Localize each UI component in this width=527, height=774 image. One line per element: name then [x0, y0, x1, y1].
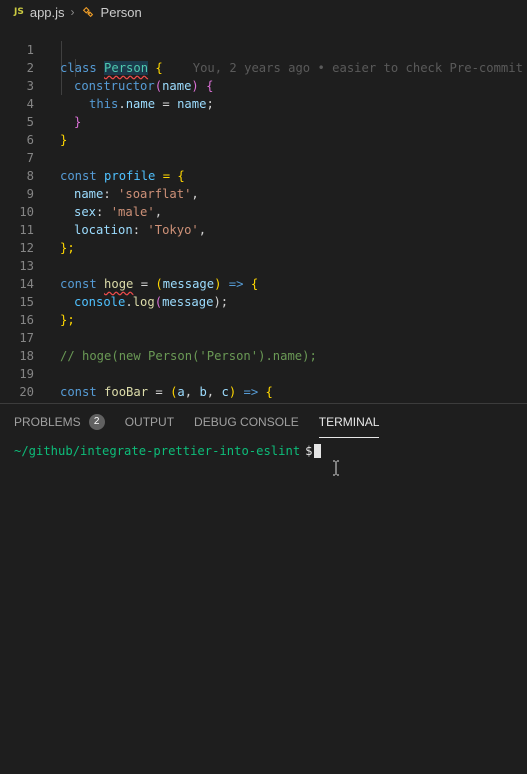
code-line: 7 const profile = { — [26, 151, 185, 183]
code-line: 5 } — [26, 115, 68, 147]
bottom-panel: PROBLEMS 2 OUTPUT DEBUG CONSOLE TERMINAL… — [0, 403, 527, 774]
code-line: 10 location: 'Tokyo', — [19, 205, 207, 237]
code-line: 8 name: 'soarflat', — [26, 169, 199, 201]
code-line: 3 this.name = name; — [26, 79, 214, 111]
code-line: 14 console.log(message); — [19, 277, 229, 309]
terminal-prompt[interactable]: ~/github/integrate-prettier-into-eslint $ — [14, 442, 321, 460]
breadcrumb-symbol[interactable]: Person — [101, 5, 142, 20]
text-cursor-icon — [333, 460, 339, 476]
code-line: 19 const fooBar = (a, b, c) => { — [19, 367, 273, 399]
tab-terminal[interactable]: TERMINAL — [318, 404, 379, 440]
chevron-right-icon: › — [70, 5, 75, 19]
code-line: 20 console.log(a); — [19, 385, 34, 399]
terminal-cursor — [313, 444, 321, 458]
code-line: 16 — [19, 313, 34, 327]
tab-output[interactable]: OUTPUT — [125, 404, 174, 440]
code-line: 21 console.log(b); — [0, 383, 527, 401]
code-line: 11 }; — [19, 223, 75, 255]
code-line: 12 — [19, 241, 34, 255]
code-line: 17 // hoge(new Person('Person').name); — [19, 331, 317, 363]
code-line: 13 const hoge = (message) => { — [19, 259, 259, 291]
breadcrumb: JS app.js › Person — [0, 0, 527, 24]
javascript-file-icon: JS — [14, 7, 24, 17]
tab-debug-console[interactable]: DEBUG CONSOLE — [194, 404, 299, 440]
code-line: 9 sex: 'male', — [26, 187, 163, 219]
code-line: 15 }; — [19, 295, 75, 327]
code-line: 4 } — [26, 97, 82, 129]
code-line: 1 class Person {You, 2 years ago • easie… — [0, 23, 527, 75]
terminal-path: ~/github/integrate-prettier-into-eslint — [14, 444, 301, 458]
code-line: 2 constructor(name) { — [26, 61, 214, 93]
breadcrumb-file[interactable]: app.js — [30, 5, 65, 20]
tab-problems[interactable]: PROBLEMS 2 — [14, 404, 105, 440]
code-line: 18 — [19, 349, 34, 363]
problems-count-badge: 2 — [88, 414, 105, 430]
panel-tabs: PROBLEMS 2 OUTPUT DEBUG CONSOLE TERMINAL — [14, 404, 399, 440]
prompt-symbol: $ — [305, 444, 313, 458]
class-symbol-icon — [82, 6, 93, 18]
code-editor[interactable]: 1 class Person {You, 2 years ago • easie… — [0, 23, 527, 403]
code-line: 6 — [26, 133, 34, 147]
